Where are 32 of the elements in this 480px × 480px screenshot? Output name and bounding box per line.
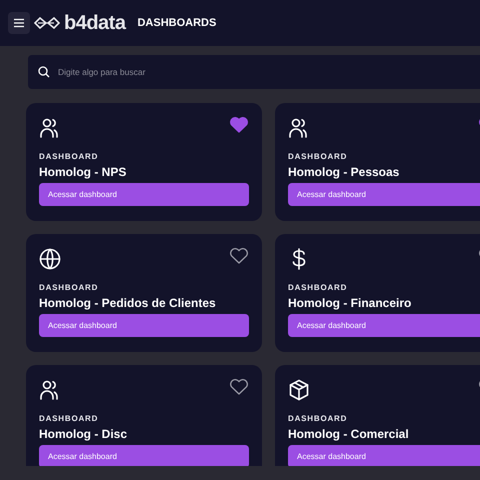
page-title: DASHBOARDS <box>137 16 216 31</box>
card-label: DASHBOARD <box>288 284 348 292</box>
open-dashboard-button[interactable]: Acessar dashboard <box>288 183 480 206</box>
logo-icon <box>34 17 60 29</box>
cube-icon <box>288 379 310 401</box>
card-label: DASHBOARD <box>288 415 348 423</box>
menu-icon <box>13 18 25 28</box>
users-icon <box>39 379 61 401</box>
heart-icon[interactable] <box>229 246 249 266</box>
card-title: Homolog - NPS <box>39 165 128 180</box>
globe-icon <box>39 248 61 270</box>
card-title: Homolog - Disc <box>39 427 128 442</box>
open-dashboard-button[interactable]: Acessar dashboard <box>39 183 249 206</box>
users-icon <box>288 117 310 139</box>
heart-icon[interactable] <box>229 377 249 397</box>
open-dashboard-button[interactable]: Acessar dashboard <box>288 314 480 338</box>
card-title: Homolog - Comercial <box>288 427 410 442</box>
logo-text: b4data <box>64 13 126 33</box>
card-label: DASHBOARD <box>39 284 100 292</box>
card-title: Homolog - Pessoas <box>288 165 400 180</box>
card-label: DASHBOARD <box>39 153 100 161</box>
menu-button[interactable] <box>8 12 30 34</box>
open-dashboard-button[interactable]: Acessar dashboard <box>39 314 249 338</box>
users-icon <box>39 117 61 139</box>
card-title: Homolog - Financeiro <box>288 296 412 310</box>
card-label: DASHBOARD <box>288 153 348 161</box>
search-field[interactable]: Digite algo para buscar <box>28 55 480 89</box>
open-dashboard-button[interactable]: Acessar dashboard <box>288 445 480 466</box>
heart-icon[interactable] <box>229 115 249 135</box>
card-title: Homolog - Pedidos de Clientes <box>39 296 217 310</box>
card-label: DASHBOARD <box>39 415 100 423</box>
open-dashboard-button[interactable]: Acessar dashboard <box>39 445 249 466</box>
